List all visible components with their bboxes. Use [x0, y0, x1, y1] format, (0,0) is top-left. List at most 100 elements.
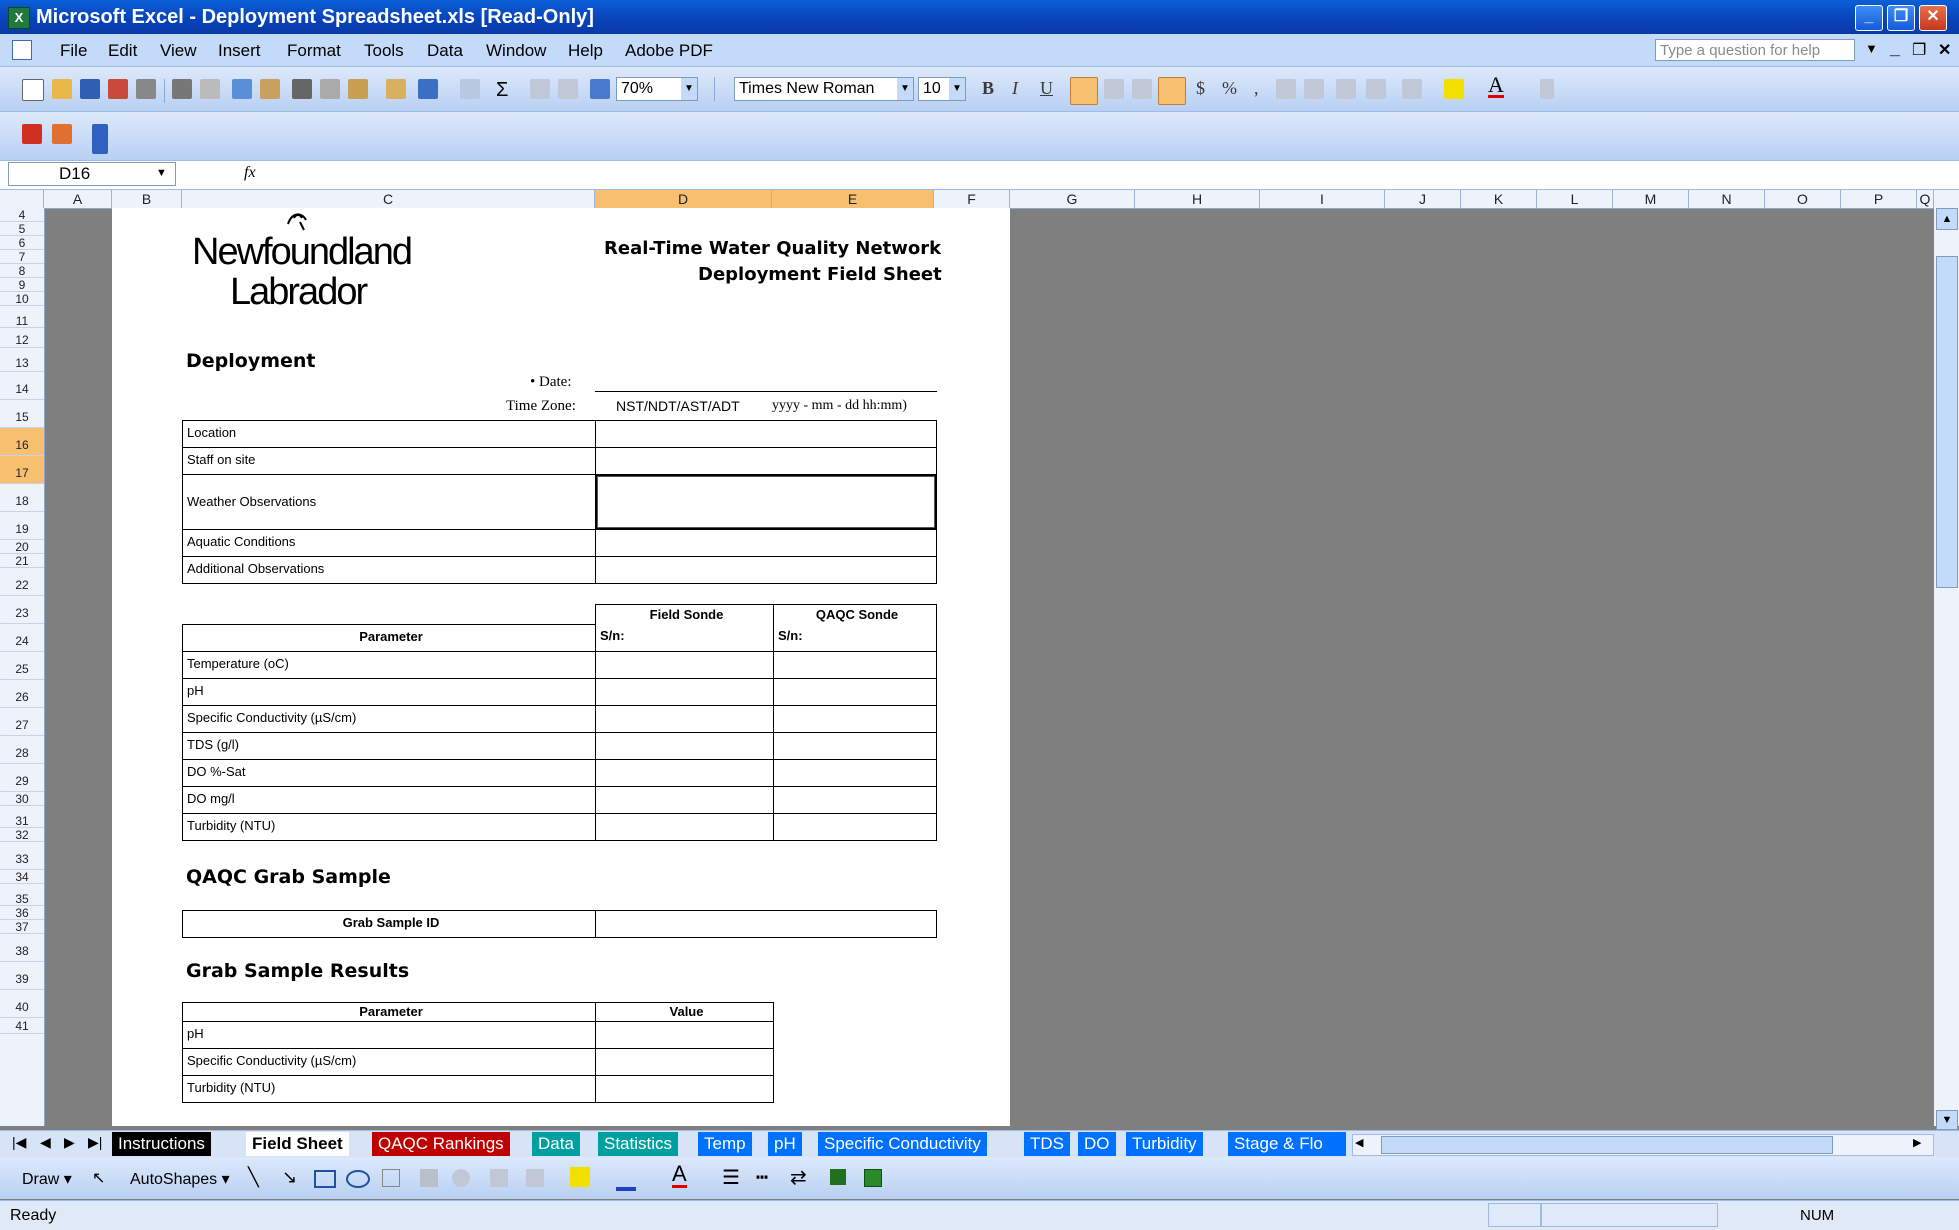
spelling-icon[interactable]: [232, 79, 252, 99]
qaqc-value-cell[interactable]: [773, 732, 937, 760]
col-header-q[interactable]: Q: [1917, 190, 1934, 208]
row-header[interactable]: 25: [0, 652, 44, 680]
row-header[interactable]: 39: [0, 962, 44, 990]
rectangle-tool-icon[interactable]: [314, 1170, 336, 1188]
qaqc-value-cell[interactable]: [773, 759, 937, 787]
print-icon[interactable]: [172, 79, 192, 99]
menu-adobe-pdf[interactable]: Adobe PDF: [625, 41, 713, 61]
doc-restore-icon[interactable]: ❐: [1912, 40, 1926, 60]
row-header[interactable]: 13: [0, 348, 44, 372]
zoom-combo[interactable]: 70% ▼: [616, 77, 698, 101]
print-preview-icon[interactable]: [200, 79, 220, 99]
line-tool-icon[interactable]: ╲: [248, 1167, 259, 1188]
name-box[interactable]: D16: [8, 162, 176, 186]
field-value-cell[interactable]: [595, 678, 774, 706]
field-value-cell[interactable]: [595, 705, 774, 733]
font-size-dropdown-icon[interactable]: ▼: [949, 78, 965, 100]
qaqc-value-cell[interactable]: [773, 705, 937, 733]
scroll-up-icon[interactable]: ▲: [1936, 208, 1958, 230]
row-header[interactable]: 15: [0, 400, 44, 428]
arrow-tool-icon[interactable]: ↘: [282, 1167, 297, 1188]
qaqc-value-cell[interactable]: [773, 678, 937, 706]
sort-ascending-icon[interactable]: [530, 79, 550, 99]
grab-sample-id-input[interactable]: [595, 910, 937, 938]
workbook-icon[interactable]: [12, 40, 32, 60]
pdf-email-icon[interactable]: [52, 124, 72, 144]
row-header[interactable]: 6: [0, 236, 44, 250]
insert-function-icon[interactable]: fx: [244, 164, 256, 182]
row-header[interactable]: 18: [0, 484, 44, 512]
tab-instructions[interactable]: Instructions: [112, 1132, 211, 1156]
row-header[interactable]: 8: [0, 264, 44, 278]
tab-field-sheet[interactable]: Field Sheet: [246, 1132, 349, 1156]
row-header[interactable]: 41: [0, 1018, 44, 1034]
row-header[interactable]: 31: [0, 806, 44, 828]
chart-wizard-icon[interactable]: [590, 79, 610, 99]
col-header-i[interactable]: I: [1260, 190, 1385, 208]
menu-tools[interactable]: Tools: [364, 41, 404, 61]
col-header-b[interactable]: B: [112, 190, 182, 208]
row-header[interactable]: 22: [0, 568, 44, 596]
row-header[interactable]: 32: [0, 828, 44, 842]
increase-indent-icon[interactable]: [1366, 79, 1386, 99]
field-sonde-sn-label[interactable]: S/n:: [595, 624, 774, 652]
row-header[interactable]: 19: [0, 512, 44, 540]
qaqc-value-cell[interactable]: [773, 651, 937, 679]
col-header-o[interactable]: O: [1765, 190, 1841, 208]
sort-descending-icon[interactable]: [558, 79, 578, 99]
row-header[interactable]: 20: [0, 540, 44, 554]
last-sheet-icon[interactable]: ▶|: [88, 1134, 102, 1151]
tab-ph[interactable]: pH: [768, 1132, 802, 1156]
qaqc-value-cell[interactable]: [773, 786, 937, 814]
autosum-icon[interactable]: Σ: [496, 79, 508, 102]
restore-button[interactable]: ❐: [1887, 5, 1915, 31]
font-color-icon[interactable]: A: [1488, 74, 1504, 98]
new-icon[interactable]: [22, 79, 44, 101]
save-icon[interactable]: [80, 79, 100, 99]
row-header[interactable]: 10: [0, 292, 44, 306]
menu-data[interactable]: Data: [427, 41, 463, 61]
namebox-dropdown-icon[interactable]: ▼: [156, 167, 167, 179]
merge-center-icon[interactable]: [1158, 77, 1186, 105]
deploy-input-staff[interactable]: [595, 447, 937, 475]
decrease-decimal-icon[interactable]: [1304, 79, 1324, 99]
increase-decimal-icon[interactable]: [1276, 79, 1296, 99]
tab-specific-conductivity[interactable]: Specific Conductivity: [818, 1132, 987, 1156]
open-icon[interactable]: [52, 79, 72, 99]
row-header[interactable]: 5: [0, 222, 44, 236]
zoom-dropdown-icon[interactable]: ▼: [681, 78, 697, 100]
italic-icon[interactable]: I: [1012, 78, 1018, 99]
row-header[interactable]: 26: [0, 680, 44, 708]
email-icon[interactable]: [136, 79, 156, 99]
col-header-d[interactable]: D: [595, 190, 772, 208]
line-color-icon[interactable]: [616, 1167, 636, 1191]
autoshapes-menu-button[interactable]: AutoShapes ▾: [130, 1169, 230, 1189]
help-dropdown-arrow-icon[interactable]: ▼: [1865, 41, 1878, 56]
shadow-style-icon[interactable]: [830, 1169, 846, 1185]
borders-icon[interactable]: [1402, 79, 1422, 99]
copy-icon[interactable]: [320, 79, 340, 99]
menu-help[interactable]: Help: [568, 41, 603, 61]
menu-window[interactable]: Window: [486, 41, 546, 61]
pdf-toolbar-options-icon[interactable]: [92, 124, 108, 154]
menu-file[interactable]: File: [60, 41, 87, 61]
align-left-icon[interactable]: [1070, 77, 1098, 105]
col-header-j[interactable]: J: [1385, 190, 1461, 208]
font-size-combo[interactable]: 10 ▼: [918, 77, 966, 101]
col-header-p[interactable]: P: [1841, 190, 1917, 208]
textbox-tool-icon[interactable]: [382, 1169, 400, 1187]
paste-icon[interactable]: [348, 79, 368, 99]
3d-style-icon[interactable]: [864, 1169, 882, 1187]
col-header-c[interactable]: C: [182, 190, 595, 208]
cut-icon[interactable]: [292, 79, 312, 99]
row-header[interactable]: 35: [0, 884, 44, 906]
toolbar-options-icon[interactable]: [1540, 79, 1554, 99]
hscroll-thumb[interactable]: [1381, 1136, 1833, 1154]
excel-app-icon[interactable]: X: [8, 7, 30, 29]
tab-do[interactable]: DO: [1078, 1132, 1116, 1156]
tab-statistics[interactable]: Statistics: [598, 1132, 679, 1156]
row-header[interactable]: 16: [0, 428, 44, 456]
format-painter-icon[interactable]: [386, 79, 406, 99]
qaqc-value-cell[interactable]: [773, 813, 937, 841]
scroll-down-icon[interactable]: ▼: [1936, 1110, 1958, 1130]
